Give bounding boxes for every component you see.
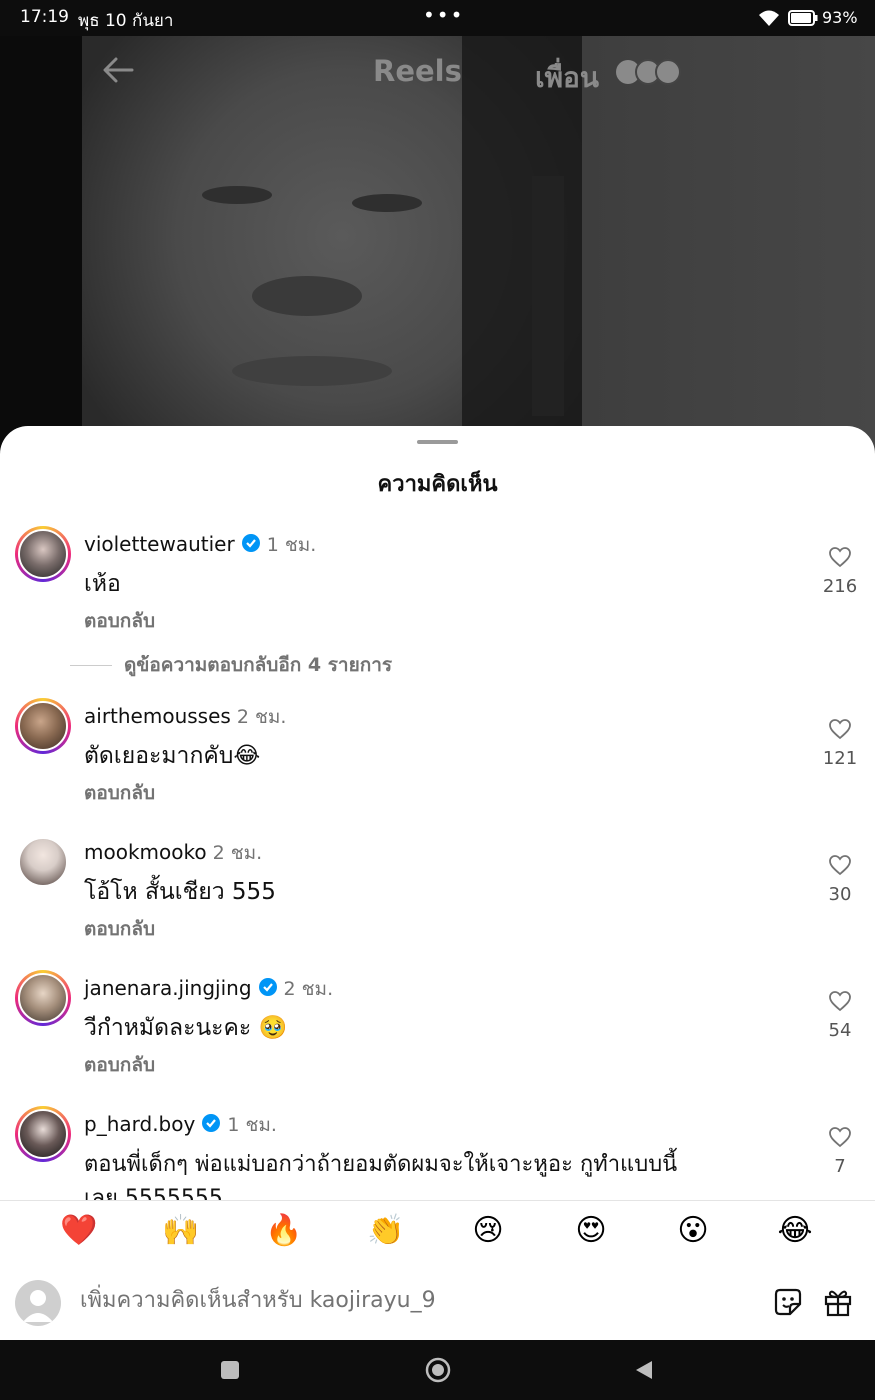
reply-button[interactable]: ตอบกลับ [84, 914, 155, 944]
comment-text-continued: เลย 5555555 [84, 1186, 223, 1200]
comment-input[interactable] [80, 1282, 740, 1318]
like-control: 30 [820, 854, 860, 905]
friend-avatars-icon[interactable] [614, 58, 684, 86]
back-triangle-icon[interactable] [634, 1359, 654, 1381]
avatar[interactable] [15, 1106, 71, 1162]
gift-icon[interactable] [822, 1286, 854, 1318]
like-count: 30 [828, 884, 852, 905]
emoji-reaction-bar: ❤️ 🙌 🔥 👏 😢 😍 😮 😂 [0, 1200, 875, 1264]
status-time: 17:19 [20, 7, 69, 27]
comment-username[interactable]: airthemousses [84, 704, 231, 728]
emoji-raising-hands[interactable]: 🙌 [159, 1213, 203, 1248]
comments-sheet: ความคิดเห็น violettewautier 1 ชม. เห้อ ตอ… [0, 426, 875, 1200]
heart-icon[interactable] [828, 718, 852, 740]
avatar-janenara [18, 973, 68, 1023]
comment-time: 1 ชม. [266, 534, 317, 556]
comment-text: เห้อ [84, 571, 121, 597]
emoji-surprised[interactable]: 😮 [671, 1213, 715, 1248]
video-mouth [232, 356, 392, 386]
like-count: 7 [834, 1156, 846, 1177]
comment-text: โอ้โห สั้นเชียว 555 [84, 879, 276, 905]
status-dots: ••• [423, 3, 465, 27]
recents-button[interactable] [221, 1361, 239, 1379]
emoji-fire[interactable]: 🔥 [262, 1213, 306, 1248]
tab-reels[interactable]: Reels [373, 54, 462, 88]
comment-username[interactable]: p_hard.boy [84, 1112, 195, 1136]
status-bar: 17:19 พุธ 10 กันยา ••• 93% [0, 0, 875, 36]
avatar[interactable] [15, 834, 71, 890]
comment-time: 2 ชม. [283, 978, 334, 1000]
reply-button[interactable]: ตอบกลับ [84, 1050, 155, 1080]
emoji-clapping[interactable]: 👏 [364, 1213, 408, 1248]
back-arrow-icon[interactable] [100, 54, 136, 86]
avatar [15, 1280, 61, 1326]
tab-friends[interactable]: เพื่อน [535, 56, 599, 100]
sticker-icon[interactable] [772, 1286, 804, 1318]
like-control: 216 [820, 546, 860, 597]
reply-button[interactable]: ตอบกลับ [84, 778, 155, 808]
reply-button[interactable]: ตอบกลับ [84, 606, 155, 636]
reels-top-nav: Reels เพื่อน [0, 36, 875, 106]
battery-percent: 93% [822, 8, 858, 27]
default-user-icon [23, 1290, 53, 1322]
comment-header: janenara.jingjing 2 ชม. [84, 974, 333, 1004]
view-more-replies-label: ดูข้อความตอบกลับอีก 4 รายการ [124, 654, 393, 676]
emoji-heart-eyes[interactable]: 😍 [569, 1213, 613, 1248]
drag-handle[interactable] [417, 440, 458, 444]
comment-text: วีกำหมัดละนะคะ 🥹 [84, 1015, 288, 1041]
avatar-airthemousses [18, 701, 68, 751]
heart-icon[interactable] [828, 854, 852, 876]
like-count: 216 [822, 576, 858, 597]
comment-username[interactable]: mookmooko [84, 840, 207, 864]
avatar-violettewautier [18, 529, 68, 579]
comment-text: ตัดเยอะมากคับ😂 [84, 743, 261, 769]
video-nose [252, 276, 362, 316]
comment-header: violettewautier 1 ชม. [84, 530, 316, 560]
verified-badge-icon [202, 1114, 221, 1132]
wifi-icon [759, 10, 779, 26]
emoji-laughing[interactable]: 😂 [773, 1213, 817, 1248]
like-count: 54 [828, 1020, 852, 1041]
avatar-p-hard-boy [18, 1109, 68, 1159]
like-control: 7 [820, 1126, 860, 1177]
verified-badge-icon [241, 534, 260, 552]
comment-header: mookmooko 2 ชม. [84, 838, 262, 868]
comment-time: 2 ชม. [236, 706, 287, 728]
video-eye-left [202, 186, 272, 204]
avatar[interactable] [15, 526, 71, 582]
comment-username[interactable]: violettewautier [84, 532, 235, 556]
sheet-title: ความคิดเห็น [377, 472, 498, 497]
like-count: 121 [822, 748, 858, 769]
view-more-replies[interactable]: ดูข้อความตอบกลับอีก 4 รายการ [70, 650, 392, 680]
video-eye-right [352, 194, 422, 212]
avatar[interactable] [15, 698, 71, 754]
comment-header: p_hard.boy 1 ชม. [84, 1110, 277, 1140]
battery-icon [788, 10, 818, 26]
heart-icon[interactable] [828, 990, 852, 1012]
divider-line [70, 665, 112, 666]
comment-text: ตอนพี่เด็กๆ พ่อแม่บอกว่าถ้ายอมตัดผมจะให้… [84, 1152, 678, 1177]
emoji-crying[interactable]: 😢 [466, 1213, 510, 1248]
home-button-icon[interactable] [425, 1357, 451, 1383]
verified-badge-icon [258, 978, 277, 996]
comment-header: airthemousses 2 ชม. [84, 702, 286, 732]
like-control: 54 [820, 990, 860, 1041]
comment-time: 2 ชม. [212, 842, 263, 864]
comment-username[interactable]: janenara.jingjing [84, 976, 252, 1000]
status-date: พุธ 10 กันยา [78, 11, 174, 31]
heart-icon[interactable] [828, 1126, 852, 1148]
like-control: 121 [820, 718, 860, 769]
comment-composer [0, 1264, 875, 1340]
emoji-heart[interactable]: ❤️ [57, 1213, 101, 1248]
avatar-mookmooko [18, 837, 68, 887]
avatar[interactable] [15, 970, 71, 1026]
system-nav-bar [0, 1340, 875, 1400]
heart-icon[interactable] [828, 546, 852, 568]
comment-time: 1 ชม. [227, 1114, 277, 1136]
